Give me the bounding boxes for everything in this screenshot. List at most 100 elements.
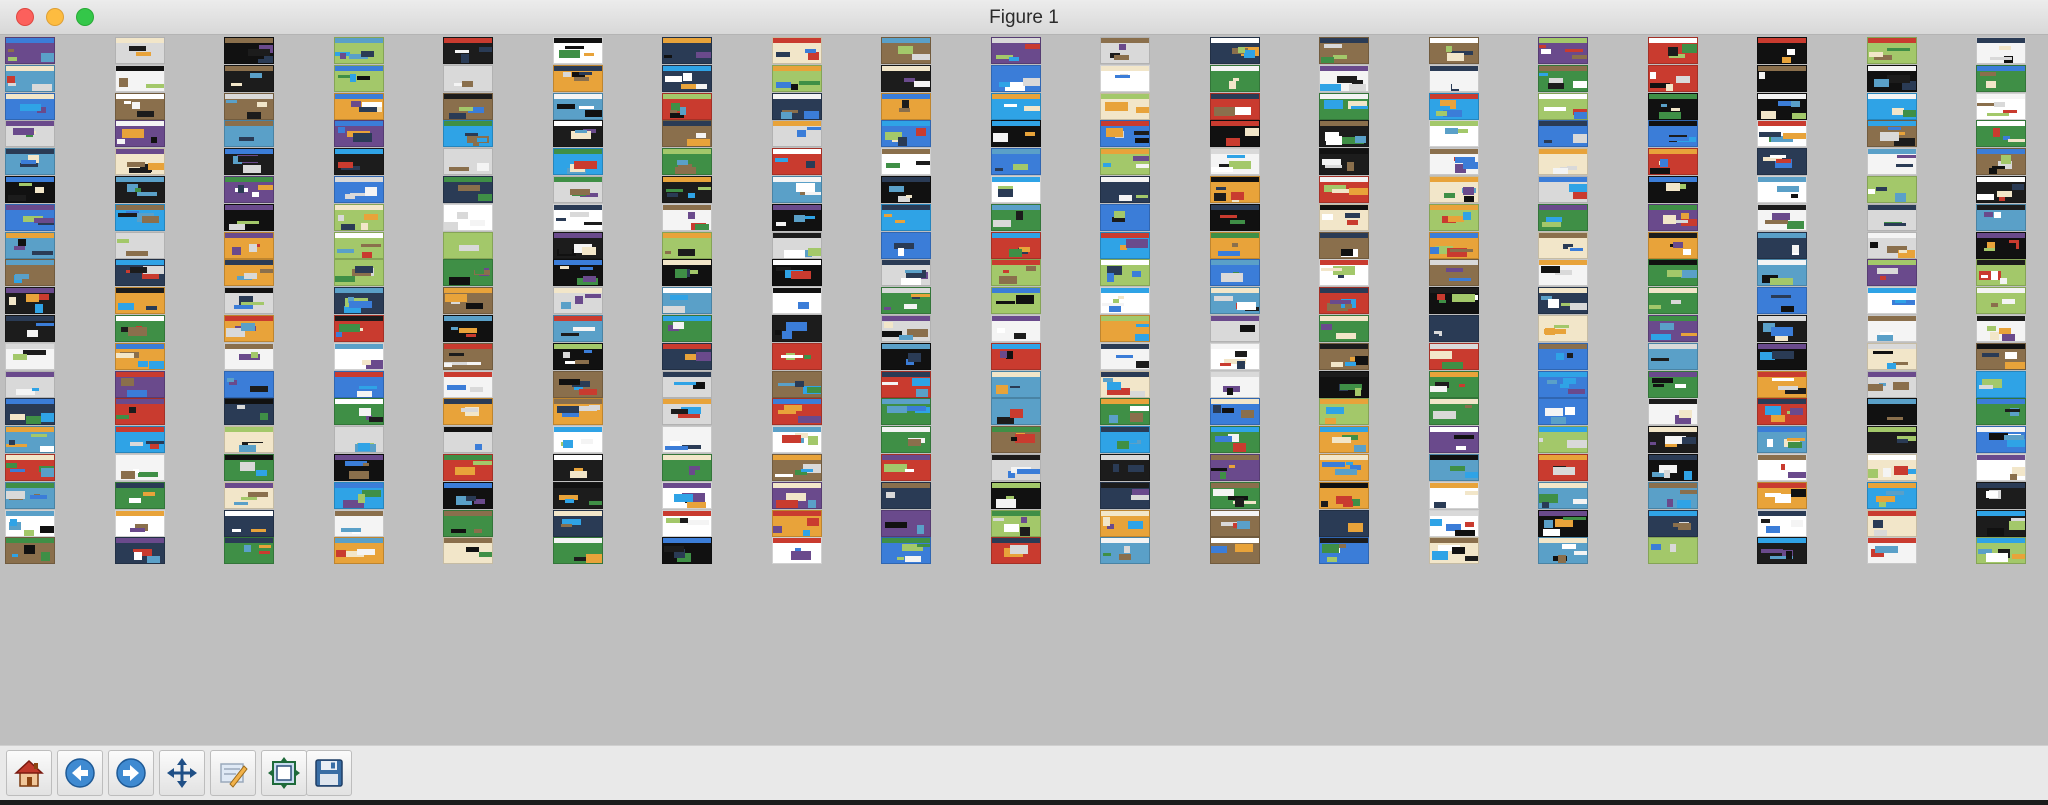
save-button[interactable] <box>306 750 352 796</box>
pan-button[interactable] <box>159 750 205 796</box>
thumbnail-image <box>1100 481 1150 509</box>
thumbnail-image <box>1647 537 1698 565</box>
thumbnail-image <box>443 203 493 231</box>
thumbnail-image <box>333 342 384 370</box>
thumbnail-image <box>1428 426 1479 454</box>
thumbnail-image <box>5 176 55 203</box>
thumbnail-image <box>881 64 931 92</box>
thumbnail-image <box>5 398 55 426</box>
thumbnail-image <box>443 120 493 148</box>
screen-edge <box>0 800 2048 805</box>
thumbnail-image <box>1319 37 1369 64</box>
thumbnail-image <box>1100 287 1150 315</box>
thumbnail-image <box>1319 481 1369 509</box>
thumbnail-image <box>443 398 493 426</box>
thumbnail-image <box>114 537 165 565</box>
thumbnail-image <box>1319 509 1369 537</box>
thumbnail-image <box>443 37 493 64</box>
subplots-button[interactable] <box>261 750 307 796</box>
thumbnail-image <box>881 370 931 398</box>
window-title: Figure 1 <box>989 7 1059 28</box>
thumbnail-image <box>990 509 1041 537</box>
thumbnail-image <box>1538 203 1588 231</box>
zoom-button[interactable] <box>210 750 256 796</box>
thumbnail-image <box>662 120 712 148</box>
thumbnail-image <box>990 370 1041 398</box>
thumbnail-image <box>1428 342 1479 370</box>
thumbnail-image <box>114 64 165 92</box>
thumbnail-image <box>1319 231 1369 259</box>
thumbnail-image <box>5 342 55 370</box>
thumbnail-image <box>552 454 603 481</box>
thumbnail-image <box>1647 259 1698 287</box>
thumbnail-image <box>662 509 712 537</box>
thumbnail-image <box>552 92 603 120</box>
thumbnail-image <box>662 398 712 426</box>
thumbnail-image <box>552 37 603 64</box>
thumbnail-image <box>1757 426 1807 454</box>
thumbnail-image <box>771 509 822 537</box>
thumbnail-image <box>1209 64 1260 92</box>
thumbnail-image <box>1319 342 1369 370</box>
thumbnail-image <box>1319 315 1369 342</box>
thumbnail-image <box>1538 231 1588 259</box>
thumbnail-image <box>1100 537 1150 565</box>
thumbnail-image <box>1428 370 1479 398</box>
thumbnail-image <box>1538 176 1588 203</box>
forward-button[interactable] <box>108 750 154 796</box>
thumbnail-image <box>1428 203 1479 231</box>
thumbnail-image <box>1976 37 2026 64</box>
thumbnail-image <box>1866 287 1917 315</box>
thumbnail-image <box>224 287 274 315</box>
thumbnail-image <box>5 64 55 92</box>
thumbnail-image <box>443 370 493 398</box>
thumbnail-image <box>771 64 822 92</box>
thumbnail-image <box>333 481 384 509</box>
thumbnail-image <box>1538 481 1588 509</box>
thumbnail-image <box>771 259 822 287</box>
thumbnail-image <box>5 259 55 287</box>
thumbnail-image <box>1209 370 1260 398</box>
thumbnail-image <box>552 231 603 259</box>
thumbnail-image <box>662 342 712 370</box>
thumbnail-image <box>333 426 384 454</box>
thumbnail-image <box>333 120 384 148</box>
thumbnail-image <box>1538 148 1588 176</box>
thumbnail-image <box>990 203 1041 231</box>
home-button[interactable] <box>6 750 52 796</box>
title-bar[interactable]: Figure 1 <box>0 0 2048 35</box>
thumbnail-image <box>224 426 274 454</box>
thumbnail-image <box>5 287 55 315</box>
thumbnail-image <box>881 203 931 231</box>
thumbnail-image <box>114 426 165 454</box>
thumbnail-image <box>1428 454 1479 481</box>
thumbnail-image <box>990 342 1041 370</box>
thumbnail-image <box>443 231 493 259</box>
thumbnail-image <box>1757 176 1807 203</box>
thumbnail-image <box>443 315 493 342</box>
thumbnail-image <box>881 481 931 509</box>
thumbnail-image <box>662 426 712 454</box>
back-button[interactable] <box>57 750 103 796</box>
thumbnail-image <box>333 370 384 398</box>
thumbnail-image <box>662 259 712 287</box>
thumbnail-image <box>552 148 603 176</box>
thumbnail-image <box>771 176 822 203</box>
thumbnail-image <box>1209 120 1260 148</box>
thumbnail-image <box>5 426 55 454</box>
thumbnail-image <box>1757 509 1807 537</box>
figure-canvas[interactable] <box>0 35 2048 745</box>
thumbnail-image <box>224 176 274 203</box>
thumbnail-image <box>1757 203 1807 231</box>
thumbnail-image <box>1647 398 1698 426</box>
matplotlib-figure-window: Figure 1 <box>0 0 2048 800</box>
thumbnail-image <box>1428 231 1479 259</box>
thumbnail-image <box>771 287 822 315</box>
thumbnail-image <box>881 315 931 342</box>
thumbnail-image <box>1757 120 1807 148</box>
thumbnail-image <box>1428 64 1479 92</box>
thumbnail-image <box>1428 315 1479 342</box>
thumbnail-image <box>1647 64 1698 92</box>
thumbnail-image <box>552 342 603 370</box>
thumbnail-image <box>1209 426 1260 454</box>
